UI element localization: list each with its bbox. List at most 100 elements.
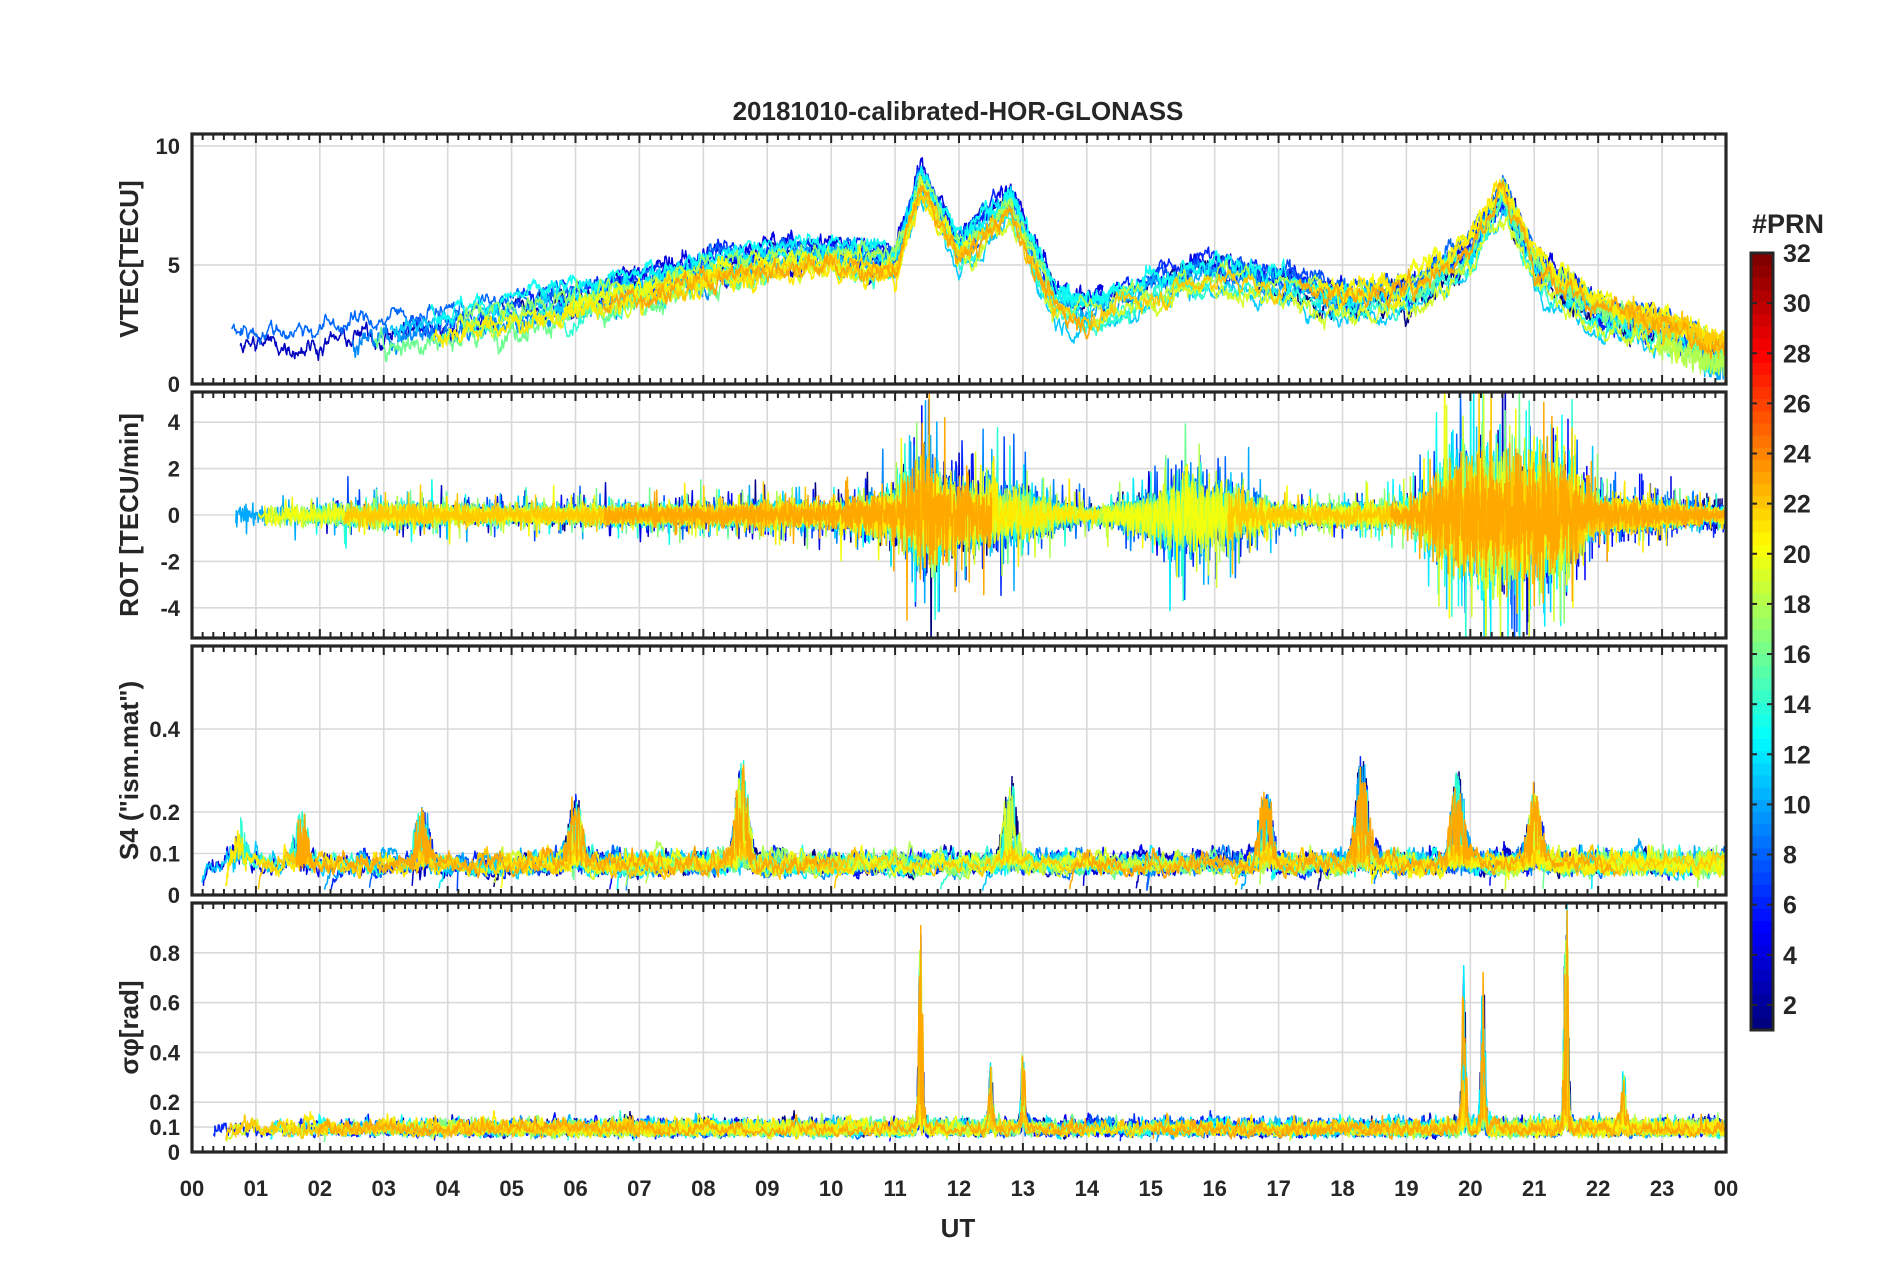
x-tick-label: 18 bbox=[1330, 1176, 1354, 1201]
y-axis-label-s4: S4 ("ism.mat") bbox=[114, 681, 144, 860]
colorbar-tick-label: 4 bbox=[1783, 942, 1797, 970]
colorbar-segment bbox=[1751, 653, 1773, 667]
y-tick-label-rot: 2 bbox=[168, 457, 180, 482]
y-tick-label-vtec: 10 bbox=[156, 134, 180, 159]
x-tick-label: 20 bbox=[1458, 1176, 1482, 1201]
colorbar-tick-label: 16 bbox=[1783, 641, 1811, 669]
colorbar-segment bbox=[1751, 920, 1773, 934]
x-tick-label: 22 bbox=[1586, 1176, 1610, 1201]
y-tick-label-sigma_phi: 0 bbox=[168, 1140, 180, 1165]
colorbar-segment bbox=[1751, 896, 1773, 910]
x-tick-label: 05 bbox=[499, 1176, 523, 1201]
colorbar-segment bbox=[1751, 362, 1773, 375]
colorbar-segment bbox=[1751, 410, 1773, 424]
colorbar-tick-label: 30 bbox=[1783, 290, 1811, 318]
panel-sigma_phi: 00.10.2 0.4 0.6 0.8σφ[rad] bbox=[114, 901, 1728, 1165]
panel-s4: 0 0.1 0.2 0.4S4 ("ism.mat") bbox=[114, 644, 1728, 908]
colorbar-segment bbox=[1751, 520, 1773, 533]
colorbar-segment bbox=[1751, 556, 1773, 570]
colorbar-segment bbox=[1751, 483, 1773, 497]
colorbar-segment bbox=[1751, 532, 1773, 545]
colorbar-tick-label: 20 bbox=[1783, 541, 1811, 569]
colorbar-segment bbox=[1751, 617, 1773, 630]
colorbar-segment bbox=[1751, 605, 1773, 618]
figure: 20181010-calibrated-HOR-GLONASS 0 5 10 VTEC… bbox=[0, 0, 1902, 1272]
x-tick-label: 12 bbox=[947, 1176, 971, 1201]
colorbar-segment bbox=[1751, 507, 1773, 521]
x-tick-label: 11 bbox=[883, 1176, 906, 1201]
colorbar-tick-label: 28 bbox=[1783, 340, 1811, 368]
colorbar-segment bbox=[1751, 325, 1773, 339]
y-tick-label-sigma_phi: 0.8 bbox=[149, 941, 180, 966]
colorbar-segment bbox=[1751, 799, 1773, 812]
colorbar-segment bbox=[1751, 811, 1773, 825]
colorbar-segment bbox=[1751, 253, 1773, 266]
colorbar-segment bbox=[1751, 544, 1773, 558]
colorbar-segment bbox=[1751, 1005, 1773, 1019]
colorbar-segment bbox=[1751, 726, 1773, 740]
colorbar-segment bbox=[1751, 568, 1773, 582]
colorbar-segment bbox=[1751, 313, 1773, 327]
x-tick-label: 14 bbox=[1075, 1176, 1100, 1201]
colorbar-segment bbox=[1751, 665, 1773, 679]
colorbar-tick-label: 8 bbox=[1783, 842, 1797, 870]
y-tick-label-sigma_phi: 0.6 bbox=[149, 991, 180, 1016]
colorbar-segment bbox=[1751, 289, 1773, 303]
colorbar-tick-label: 26 bbox=[1783, 390, 1811, 418]
colorbar-segment bbox=[1751, 932, 1773, 946]
x-tick-label: 00 bbox=[180, 1176, 204, 1201]
colorbar-tick-label: 24 bbox=[1783, 441, 1811, 469]
y-tick-label-s4: 0.1 bbox=[149, 842, 180, 867]
y-tick-label-vtec: 0 bbox=[168, 372, 180, 397]
colorbar-segment bbox=[1751, 398, 1773, 412]
colorbar-tick-label: 6 bbox=[1783, 892, 1797, 920]
colorbar-segment bbox=[1751, 787, 1773, 800]
colorbar-label: #PRN bbox=[1752, 209, 1824, 239]
panel-vtec: 0 5 10 VTEC[TECU] bbox=[114, 132, 1728, 397]
panels: 0510VTEC[TECU]-4-2024ROT [TECU/min]00.10… bbox=[114, 132, 1738, 1201]
colorbar-tick-label: 10 bbox=[1783, 791, 1811, 819]
colorbar-segment bbox=[1751, 337, 1773, 351]
colorbar-segment bbox=[1751, 580, 1773, 594]
x-axis-label: UT bbox=[941, 1213, 976, 1243]
colorbar-segment bbox=[1751, 495, 1773, 509]
colorbar-segment bbox=[1751, 435, 1773, 448]
y-tick-label-vtec: 5 bbox=[168, 253, 180, 278]
colorbar-segment bbox=[1751, 884, 1773, 897]
colorbar-segment bbox=[1751, 750, 1773, 764]
colorbar-segment bbox=[1751, 762, 1773, 776]
colorbar-segment bbox=[1751, 823, 1773, 837]
x-tick-label: 23 bbox=[1650, 1176, 1674, 1201]
x-tick-label: 16 bbox=[1202, 1176, 1226, 1201]
colorbar: 2468101214161820222426283032#PRN bbox=[1749, 209, 1824, 1032]
colorbar-segment bbox=[1751, 641, 1773, 655]
x-tick-label: 00 bbox=[1714, 1176, 1738, 1201]
colorbar-segment bbox=[1751, 775, 1773, 788]
x-tick-label: 09 bbox=[755, 1176, 779, 1201]
colorbar-segment bbox=[1751, 386, 1773, 400]
x-tick-label: 06 bbox=[563, 1176, 587, 1201]
colorbar-segment bbox=[1751, 265, 1773, 278]
x-tick-label: 04 bbox=[435, 1176, 460, 1201]
y-axis-label-rot: ROT [TECU/min] bbox=[114, 413, 144, 617]
y-axis-label-vtec: VTEC[TECU] bbox=[114, 180, 144, 337]
y-tick-label-s4: 0.2 bbox=[149, 800, 180, 825]
colorbar-segment bbox=[1751, 957, 1773, 970]
colorbar-segment bbox=[1751, 422, 1773, 436]
colorbar-segment bbox=[1751, 714, 1773, 727]
colorbar-segment bbox=[1751, 981, 1773, 995]
colorbar-segment bbox=[1751, 835, 1773, 849]
colorbar-tick-label: 12 bbox=[1783, 741, 1811, 769]
colorbar-segment bbox=[1751, 872, 1773, 885]
colorbar-segment bbox=[1751, 459, 1773, 473]
chart-title: 20181010-calibrated-HOR-GLONASS bbox=[733, 96, 1184, 126]
y-tick-label-sigma_phi: 0.2 bbox=[149, 1090, 180, 1115]
colorbar-tick-label: 18 bbox=[1783, 591, 1811, 619]
y-tick-label-rot: 0 bbox=[168, 503, 180, 528]
colorbar-segment bbox=[1751, 471, 1773, 485]
y-tick-label-sigma_phi: 0.4 bbox=[149, 1040, 180, 1065]
x-tick-label: 02 bbox=[308, 1176, 332, 1201]
colorbar-segment bbox=[1751, 860, 1773, 873]
colorbar-tick-label: 22 bbox=[1783, 491, 1811, 519]
y-tick-label-rot: 4 bbox=[168, 410, 181, 435]
